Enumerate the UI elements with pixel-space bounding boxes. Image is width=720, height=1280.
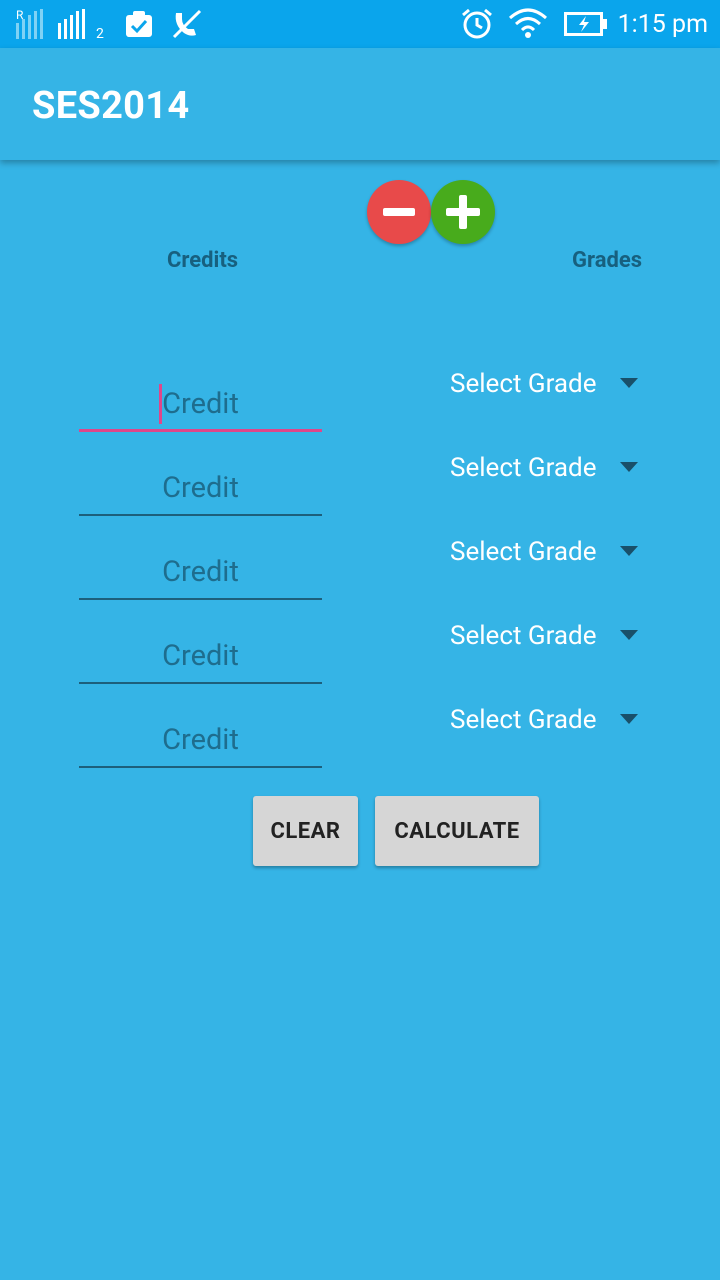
credit-input-4[interactable] [79,634,322,684]
grades-header: Grades [572,248,643,273]
phone-icon [170,0,204,48]
app-title: SES2014 [32,84,190,128]
grade-select-label: Select Grade [450,453,597,483]
credit-input-2[interactable] [79,466,322,516]
grade-select-label: Select Grade [450,537,597,567]
remove-row-button[interactable] [367,180,431,244]
grade-select-label: Select Grade [450,369,597,399]
alarm-icon [460,0,494,48]
grade-select-label: Select Grade [450,621,597,651]
signal-icon: R [14,0,50,48]
minus-icon [383,208,415,216]
dropdown-caret-icon [620,546,638,556]
dropdown-caret-icon [620,378,638,388]
credit-input-1[interactable] [79,382,322,432]
status-bar: R 2 1:15 pm [0,0,720,48]
clipboard-check-icon [124,0,154,48]
grade-select-3[interactable]: Select Grade [450,530,650,574]
grade-select-1[interactable]: Select Grade [450,362,650,406]
signal-icon: 2 [56,0,104,48]
grade-select-2[interactable]: Select Grade [450,446,650,490]
screen: R 2 1:15 pm SES2014 Credits Grades Credi… [0,0,720,1280]
dropdown-caret-icon [620,630,638,640]
plus-icon [446,195,480,229]
status-time: 1:15 pm [617,9,708,39]
dropdown-caret-icon [620,462,638,472]
add-row-button[interactable] [431,180,495,244]
calculate-button[interactable]: CALCULATE [375,796,539,866]
clear-button[interactable]: CLEAR [253,796,358,866]
dropdown-caret-icon [620,714,638,724]
sim1-label: R [16,8,24,22]
grade-select-5[interactable]: Select Grade [450,698,650,742]
credit-input-5[interactable] [79,718,322,768]
text-cursor [159,384,162,424]
grade-select-label: Select Grade [450,705,597,735]
sim2-label: 2 [96,26,104,42]
credit-input-3[interactable] [79,550,322,600]
battery-icon [564,0,608,48]
app-bar: SES2014 [0,48,720,160]
grade-select-4[interactable]: Select Grade [450,614,650,658]
credits-header: Credits [167,248,239,273]
wifi-icon [508,0,548,48]
